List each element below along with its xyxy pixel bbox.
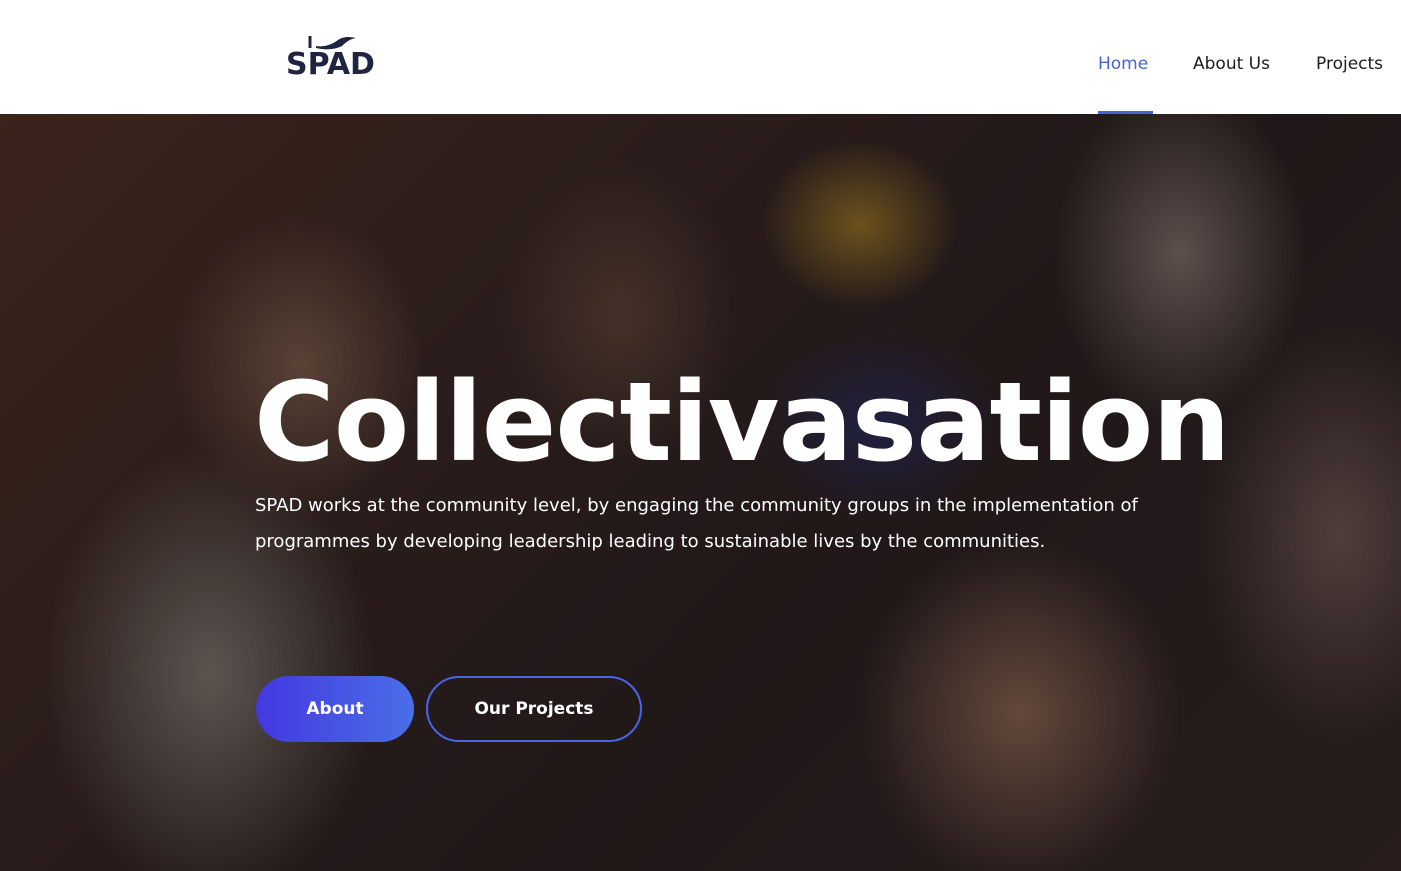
about-button[interactable]: About [256,676,414,742]
nav-item-home[interactable]: Home [1098,53,1153,114]
hero-section: Collectivasation SPAD works at the commu… [0,114,1401,871]
main-nav: Home About Us Projects [0,0,1401,114]
nav-item-projects[interactable]: Projects [1316,53,1383,114]
hero-description: SPAD works at the community level, by en… [255,495,1138,552]
hero-title: Collectivasation [254,358,1231,486]
our-projects-button[interactable]: Our Projects [426,676,642,742]
nav-item-about-us[interactable]: About Us [1193,53,1270,114]
site-header: SPAD Home About Us Projects [0,0,1401,114]
